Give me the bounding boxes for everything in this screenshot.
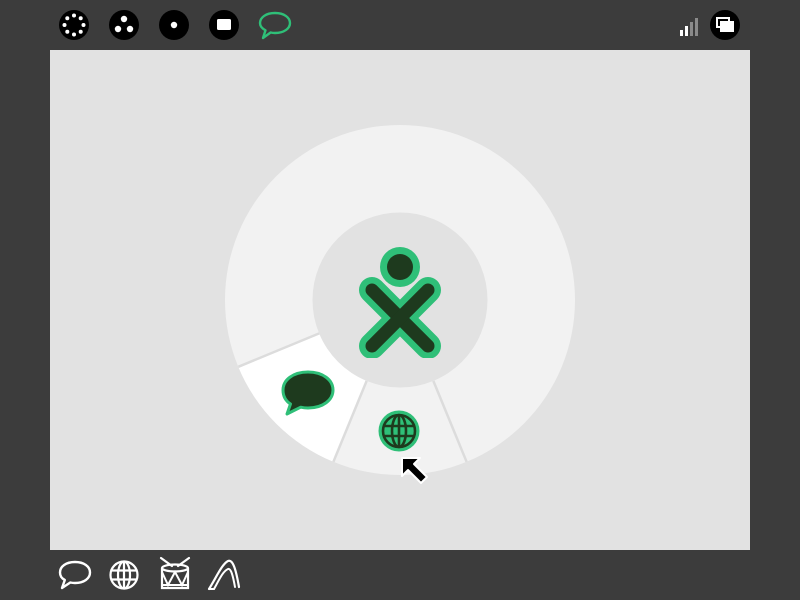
activity-tray (0, 550, 800, 600)
tray-turtleart-button[interactable] (206, 558, 242, 592)
browse-activity-icon (109, 560, 139, 590)
group-view-button[interactable] (108, 9, 140, 41)
window-switch-icon (710, 10, 740, 40)
chat-activity-icon (58, 560, 92, 590)
turtle-art-icon (207, 559, 241, 591)
wireless-signal-button[interactable] (676, 12, 702, 38)
home-view-canvas (50, 50, 750, 550)
neighborhood-view-icon (59, 10, 89, 40)
home-view-button[interactable] (158, 9, 190, 41)
top-frame (0, 0, 800, 50)
chat-activity-icon (258, 11, 292, 40)
tray-tamtam-button[interactable] (157, 556, 193, 594)
activity-view-icon (209, 10, 239, 40)
tray-chat-button[interactable] (57, 558, 93, 592)
browse-globe-icon[interactable] (378, 410, 420, 452)
current-activity-chat-button[interactable] (258, 9, 292, 41)
home-view-icon (159, 10, 189, 40)
neighborhood-view-button[interactable] (58, 9, 90, 41)
xo-buddy-icon (359, 247, 441, 359)
xo-buddy-button[interactable] (356, 246, 444, 359)
wireless-signal-icon (680, 18, 698, 36)
tamtam-drum-icon (159, 556, 191, 590)
group-view-icon (109, 10, 139, 40)
tray-browse-button[interactable] (107, 558, 141, 592)
activity-view-button[interactable] (208, 9, 240, 41)
window-switch-button[interactable] (709, 9, 741, 41)
